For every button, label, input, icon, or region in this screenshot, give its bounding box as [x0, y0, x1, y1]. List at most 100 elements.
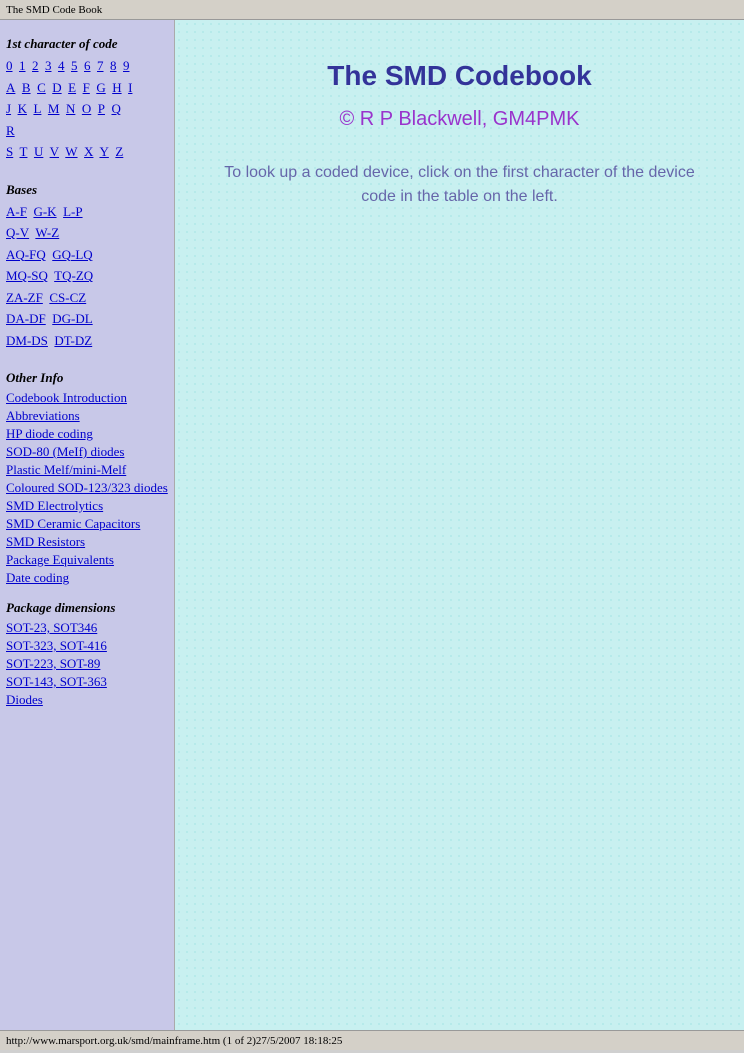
link-sot143-sot363[interactable]: SOT-143, SOT-363 [6, 674, 107, 689]
char-link-8[interactable]: 8 [110, 58, 117, 73]
link-smd-resistors[interactable]: SMD Resistors [6, 534, 85, 549]
content-area: The SMD Codebook © R P Blackwell, GM4PMK… [175, 20, 744, 1030]
other-info-codebook: Codebook Introduction [6, 390, 168, 406]
char-link-6[interactable]: 6 [84, 58, 91, 73]
sidebar: 1st character of code 0 1 2 3 4 5 6 7 8 … [0, 20, 175, 1030]
link-sot23-sot346[interactable]: SOT-23, SOT346 [6, 620, 97, 635]
char-link-J[interactable]: J [6, 101, 11, 116]
char-link-R[interactable]: R [6, 123, 15, 138]
bases-link-mqsq[interactable]: MQ-SQ [6, 268, 48, 283]
other-info-hp-diode: HP diode coding [6, 426, 168, 442]
char-link-I[interactable]: I [128, 80, 132, 95]
other-info-smd-ceramic: SMD Ceramic Capacitors [6, 516, 168, 532]
other-info-plastic-melf: Plastic Melf/mini-Melf [6, 462, 168, 478]
link-package-equivalents[interactable]: Package Equivalents [6, 552, 114, 567]
char-link-E[interactable]: E [68, 80, 76, 95]
link-hp-diode-coding[interactable]: HP diode coding [6, 426, 93, 441]
link-codebook-introduction[interactable]: Codebook Introduction [6, 390, 127, 405]
title-bar: The SMD Code Book [0, 0, 744, 20]
char-link-2[interactable]: 2 [32, 58, 39, 73]
char-link-B[interactable]: B [22, 80, 31, 95]
package-dims-title: Package dimensions [6, 600, 168, 616]
pkg-sot23: SOT-23, SOT346 [6, 620, 168, 636]
bases-row-7: DM-DS DT-DZ [6, 331, 168, 351]
other-info-coloured-sod: Coloured SOD-123/323 diodes [6, 480, 168, 496]
letter-row-3: R [6, 121, 168, 141]
char-link-G[interactable]: G [96, 80, 105, 95]
other-info-abbreviations: Abbreviations [6, 408, 168, 424]
bases-row-4: MQ-SQ TQ-ZQ [6, 266, 168, 286]
char-link-H[interactable]: H [112, 80, 121, 95]
pkg-sot323: SOT-323, SOT-416 [6, 638, 168, 654]
char-link-P[interactable]: P [98, 101, 105, 116]
content-description: To look up a coded device, click on the … [220, 161, 700, 209]
bases-link-dmds[interactable]: DM-DS [6, 333, 48, 348]
char-link-O[interactable]: O [82, 101, 91, 116]
link-sot223-sot89[interactable]: SOT-223, SOT-89 [6, 656, 100, 671]
char-link-W[interactable]: W [65, 144, 77, 159]
status-bar-text: http://www.marsport.org.uk/smd/mainframe… [6, 1035, 342, 1047]
char-link-M[interactable]: M [48, 101, 60, 116]
bases-row-6: DA-DF DG-DL [6, 309, 168, 329]
main-layout: 1st character of code 0 1 2 3 4 5 6 7 8 … [0, 20, 744, 1030]
link-coloured-sod[interactable]: Coloured SOD-123/323 diodes [6, 480, 168, 495]
char-link-Y[interactable]: Y [99, 144, 108, 159]
letter-row-1: A B C D E F G H I [6, 78, 168, 98]
char-link-N[interactable]: N [66, 101, 75, 116]
bases-row-1: A-F G-K L-P [6, 202, 168, 222]
link-sot323-sot416[interactable]: SOT-323, SOT-416 [6, 638, 107, 653]
link-diodes[interactable]: Diodes [6, 692, 43, 707]
char-link-K[interactable]: K [18, 101, 27, 116]
char-link-9[interactable]: 9 [123, 58, 130, 73]
bases-link-qv[interactable]: Q-V [6, 225, 29, 240]
link-smd-ceramic-capacitors[interactable]: SMD Ceramic Capacitors [6, 516, 140, 531]
char-link-D[interactable]: D [52, 80, 61, 95]
char-link-L[interactable]: L [33, 101, 41, 116]
char-link-A[interactable]: A [6, 80, 15, 95]
bases-link-wz[interactable]: W-Z [35, 225, 59, 240]
content-subtitle: © R P Blackwell, GM4PMK [340, 108, 580, 131]
other-info-sod80: SOD-80 (MeIf) diodes [6, 444, 168, 460]
bases-link-dtdz[interactable]: DT-DZ [54, 333, 92, 348]
link-sod80-melf-diodes[interactable]: SOD-80 (MeIf) diodes [6, 444, 124, 459]
bases-link-tqzq[interactable]: TQ-ZQ [54, 268, 93, 283]
other-info-date-coding: Date coding [6, 570, 168, 586]
bases-link-gqlq[interactable]: GQ-LQ [52, 247, 92, 262]
link-plastic-melf[interactable]: Plastic Melf/mini-Melf [6, 462, 126, 477]
char-link-4[interactable]: 4 [58, 58, 65, 73]
char-link-X[interactable]: X [84, 144, 93, 159]
pkg-sot143: SOT-143, SOT-363 [6, 674, 168, 690]
char-link-F[interactable]: F [83, 80, 90, 95]
char-link-5[interactable]: 5 [71, 58, 78, 73]
char-link-1[interactable]: 1 [19, 58, 26, 73]
bases-link-zazf[interactable]: ZA-ZF [6, 290, 43, 305]
bases-link-gk[interactable]: G-K [33, 204, 56, 219]
digit-row: 0 1 2 3 4 5 6 7 8 9 [6, 56, 168, 76]
content-title: The SMD Codebook [327, 60, 591, 92]
char-link-S[interactable]: S [6, 144, 13, 159]
first-char-title: 1st character of code [6, 36, 168, 52]
bases-link-cscz[interactable]: CS-CZ [49, 290, 86, 305]
char-link-Z[interactable]: Z [115, 144, 123, 159]
char-link-U[interactable]: U [34, 144, 43, 159]
char-link-7[interactable]: 7 [97, 58, 104, 73]
char-link-V[interactable]: V [50, 144, 59, 159]
bases-link-lp[interactable]: L-P [63, 204, 83, 219]
bases-link-af[interactable]: A-F [6, 204, 27, 219]
link-smd-electrolytics[interactable]: SMD Electrolytics [6, 498, 103, 513]
bases-row-2: Q-V W-Z [6, 223, 168, 243]
other-info-smd-electrolytics: SMD Electrolytics [6, 498, 168, 514]
link-date-coding[interactable]: Date coding [6, 570, 69, 585]
pkg-diodes: Diodes [6, 692, 168, 708]
letter-row-2: J K L M N O P Q [6, 99, 168, 119]
bases-link-aqfq[interactable]: AQ-FQ [6, 247, 46, 262]
link-abbreviations[interactable]: Abbreviations [6, 408, 80, 423]
bases-link-dgdl[interactable]: DG-DL [52, 311, 92, 326]
other-info-package-equiv: Package Equivalents [6, 552, 168, 568]
char-link-T[interactable]: T [20, 144, 28, 159]
bases-link-dadf[interactable]: DA-DF [6, 311, 46, 326]
char-link-0[interactable]: 0 [6, 58, 13, 73]
char-link-Q[interactable]: Q [111, 101, 120, 116]
char-link-3[interactable]: 3 [45, 58, 52, 73]
char-link-C[interactable]: C [37, 80, 46, 95]
